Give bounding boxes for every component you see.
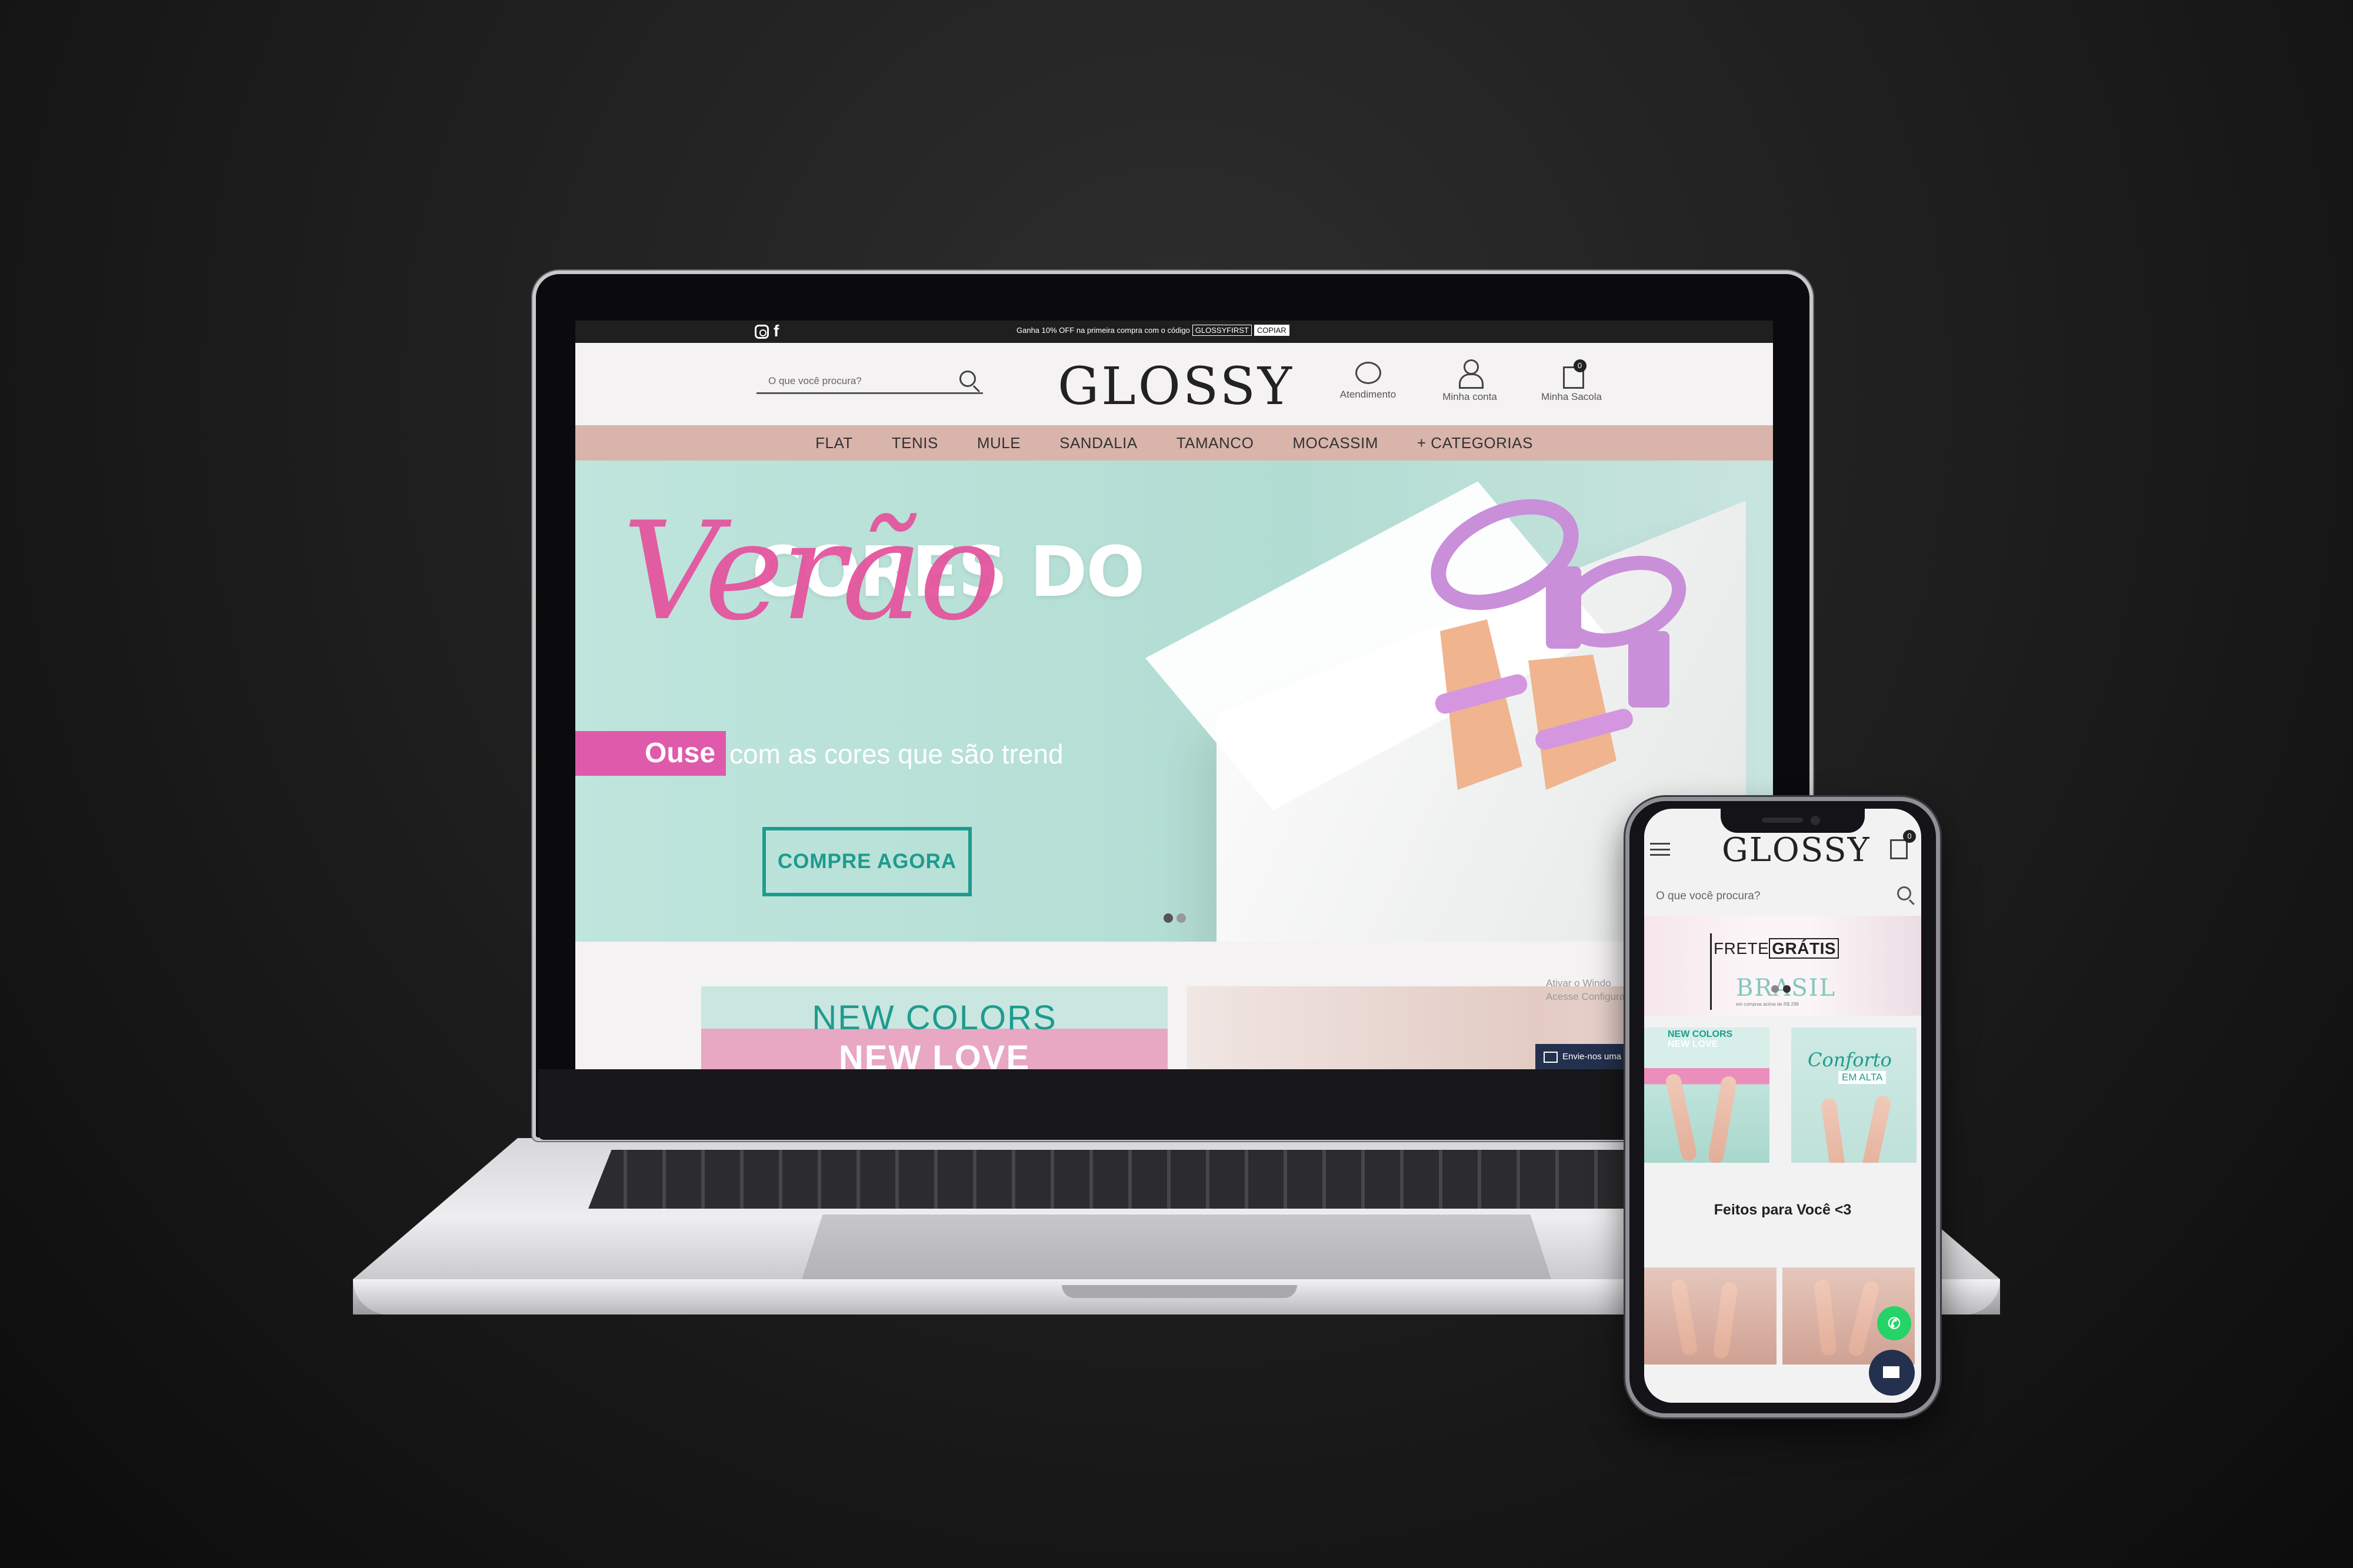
new-colors-tile[interactable]: NEW COLORS NEW LOVE bbox=[1644, 1027, 1769, 1163]
product-2-leg-right bbox=[1847, 1279, 1881, 1358]
free-shipping-banner[interactable]: FRETEGRÁTIS BRASIL em compras acima de R… bbox=[1644, 916, 1921, 1016]
promo-topbar: f Ganha 10% OFF na primeira compra com o… bbox=[575, 321, 1773, 343]
desktop-website: f Ganha 10% OFF na primeira compra com o… bbox=[575, 321, 1773, 1069]
nav-item-flat[interactable]: FLAT bbox=[815, 434, 853, 452]
tile-1-text: NEW COLORS NEW LOVE bbox=[1668, 1029, 1733, 1050]
tile-1-line-2: NEW LOVE bbox=[1668, 1039, 1718, 1049]
account-label: Minha conta bbox=[1442, 391, 1497, 402]
windows-watermark: Ativar o Windo Acesse Configuraç bbox=[1546, 977, 1630, 1004]
promo-message: Ganha 10% OFF na primeira compra com o c… bbox=[1016, 325, 1289, 336]
tile-1-leg-left bbox=[1664, 1072, 1698, 1163]
mail-icon[interactable] bbox=[1869, 1350, 1915, 1396]
user-icon bbox=[1457, 359, 1484, 389]
banner-line-2: NEW LOVE bbox=[838, 1039, 1031, 1069]
hero-script: Verão bbox=[622, 493, 1001, 650]
mobile-website: GLOSSY 0 O que você procura? FRETE GRÁTIS… bbox=[1644, 809, 1921, 1403]
category-nav: FLAT TENIS MULE SANDALIA TAMANCO MOCASSI… bbox=[575, 425, 1773, 461]
instagram-icon[interactable] bbox=[755, 325, 769, 339]
shop-now-button[interactable]: COMPRE AGORA bbox=[762, 827, 972, 896]
hero-banner[interactable]: CORES DO Verão Ouse com as cores que são… bbox=[575, 461, 1773, 942]
hero-tagline: com as cores que são trend bbox=[729, 739, 1064, 769]
site-logo[interactable]: GLOSSY bbox=[1058, 356, 1294, 416]
search-placeholder: O que você procura? bbox=[768, 375, 862, 386]
frete-title-bold: GRÁTIS bbox=[1769, 938, 1839, 959]
frete-title: FRETE GRÁTIS bbox=[1714, 938, 1839, 959]
tile-2-script: Conforto bbox=[1808, 1049, 1892, 1071]
product-2-leg-left bbox=[1814, 1278, 1837, 1357]
product-1-leg-left bbox=[1669, 1278, 1699, 1357]
product-1-leg-right bbox=[1712, 1281, 1738, 1360]
bag-icon bbox=[1558, 359, 1587, 389]
section-title: Feitos para Você <3 bbox=[1714, 1202, 1852, 1218]
mobile-bag-count: 0 bbox=[1903, 830, 1916, 843]
frete-divider bbox=[1710, 933, 1712, 1010]
frete-title-light: FRETE bbox=[1714, 939, 1769, 958]
nav-item-more-categories[interactable]: + CATEGORIAS bbox=[1417, 434, 1533, 452]
search-input[interactable]: O que você procura? bbox=[756, 368, 983, 394]
copy-code-button[interactable]: COPIAR bbox=[1254, 325, 1289, 336]
watermark-line-1: Ativar o Windo bbox=[1546, 978, 1611, 989]
search-icon[interactable] bbox=[959, 371, 976, 387]
nav-item-tamanco[interactable]: TAMANCO bbox=[1176, 434, 1254, 452]
mobile-bag-icon[interactable] bbox=[1890, 839, 1908, 859]
whatsapp-icon[interactable]: ✆ bbox=[1877, 1306, 1911, 1340]
sandal-image bbox=[1431, 499, 1687, 790]
mobile-carousel-dots bbox=[1771, 985, 1791, 993]
laptop-notch bbox=[1062, 1285, 1297, 1298]
tile-2-leg-left bbox=[1820, 1097, 1848, 1163]
nav-item-sandalia[interactable]: SANDALIA bbox=[1059, 434, 1138, 452]
nav-item-mocassim[interactable]: MOCASSIM bbox=[1292, 434, 1378, 452]
facebook-icon[interactable]: f bbox=[774, 323, 779, 339]
tile-1-line-1: NEW COLORS bbox=[1668, 1029, 1733, 1039]
carousel-dot-1[interactable] bbox=[1164, 913, 1173, 923]
hero-highlight: Ouse bbox=[575, 731, 726, 776]
frete-fine-print: em compras acima de R$ 299 bbox=[1736, 1002, 1799, 1007]
support-link[interactable]: Atendimento bbox=[1328, 359, 1408, 403]
carousel-dots bbox=[1164, 913, 1186, 923]
laptop-trackpad bbox=[800, 1215, 1553, 1285]
promo-text: Ganha 10% OFF na primeira compra com o c… bbox=[1016, 326, 1190, 335]
promo-section: NEW COLORS NEW LOVE Ativar o Windo Acess… bbox=[575, 942, 1773, 1069]
search-icon[interactable] bbox=[1897, 886, 1911, 900]
site-header: O que você procura? GLOSSY Atendimento M… bbox=[575, 343, 1773, 425]
comfort-tile[interactable]: Conforto EM ALTA bbox=[1791, 1027, 1917, 1163]
phone-speaker bbox=[1762, 818, 1803, 823]
laptop-chin bbox=[538, 1069, 1806, 1140]
watermark-line-2: Acesse Configuraç bbox=[1546, 990, 1630, 1002]
header-actions: Atendimento Minha conta Minha Sacola bbox=[1328, 359, 1611, 403]
mobile-carousel-dot-2[interactable] bbox=[1783, 985, 1791, 993]
hamburger-menu-icon[interactable] bbox=[1650, 843, 1670, 856]
social-links: f bbox=[755, 323, 779, 339]
tile-2-leg-right bbox=[1858, 1094, 1892, 1163]
support-label: Atendimento bbox=[1339, 389, 1397, 400]
promo-code: GLOSSYFIRST bbox=[1192, 325, 1252, 336]
mobile-search-input[interactable]: O que você procura? bbox=[1655, 885, 1914, 906]
new-colors-banner[interactable]: NEW COLORS NEW LOVE bbox=[701, 986, 1168, 1069]
banner-line-1: NEW COLORS bbox=[812, 999, 1057, 1037]
carousel-dot-2[interactable] bbox=[1176, 913, 1186, 923]
product-card[interactable] bbox=[1644, 1267, 1777, 1365]
account-link[interactable]: Minha conta bbox=[1430, 359, 1509, 403]
laptop-keyboard bbox=[588, 1150, 1753, 1209]
mobile-search-placeholder: O que você procura? bbox=[1656, 890, 1761, 902]
nav-item-mule[interactable]: MULE bbox=[977, 434, 1021, 452]
mobile-logo[interactable]: GLOSSY bbox=[1722, 831, 1871, 869]
bag-label: Minha Sacola bbox=[1541, 391, 1602, 402]
tile-2-label: EM ALTA bbox=[1838, 1071, 1887, 1084]
tile-1-leg-right bbox=[1707, 1075, 1738, 1163]
nav-item-tenis[interactable]: TENIS bbox=[892, 434, 938, 452]
chat-icon bbox=[1355, 362, 1381, 384]
phone-camera bbox=[1811, 816, 1820, 825]
bag-link[interactable]: Minha Sacola bbox=[1532, 359, 1611, 403]
mobile-carousel-dot-1[interactable] bbox=[1771, 985, 1779, 993]
